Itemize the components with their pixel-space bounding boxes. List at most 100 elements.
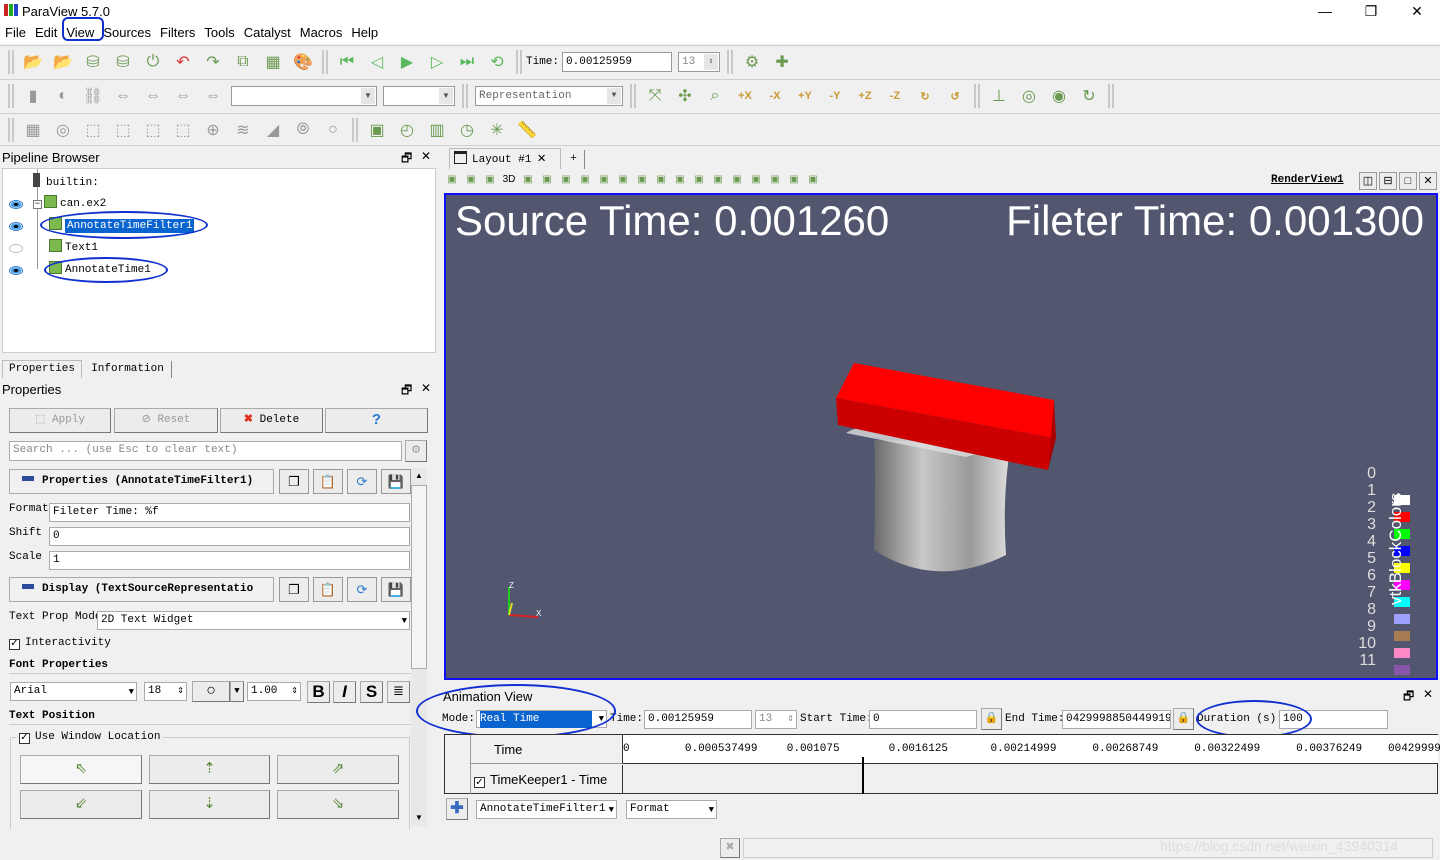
clear-status-icon[interactable]: ✖ — [720, 838, 740, 858]
slice-icon[interactable]: ⬚ — [111, 118, 135, 142]
toolbar-grip[interactable] — [630, 84, 636, 108]
position-upper-left-button[interactable]: ⇖ — [20, 755, 142, 784]
rescale-temporal-icon[interactable]: ⇔ — [171, 84, 195, 108]
plot-selection-icon[interactable]: ◷ — [455, 118, 479, 142]
spin-arrows-icon[interactable]: ⇕ — [291, 683, 298, 700]
animation-source-select[interactable]: AnnotateTimeFilter1 ▼ — [476, 800, 617, 819]
tab-information[interactable]: Information — [84, 361, 172, 378]
capture-screenshot-icon[interactable]: ▣ — [483, 174, 497, 188]
menu-filters[interactable]: Filters — [155, 22, 199, 40]
delete-button[interactable]: ✖ Delete — [220, 408, 323, 433]
rotate-plus-90-icon[interactable]: ↻ — [913, 84, 937, 108]
scroll-up-icon[interactable]: ▲ — [411, 468, 427, 484]
extract-subset-icon[interactable]: ⬚ — [171, 118, 195, 142]
first-frame-icon[interactable]: ⏮ — [335, 50, 359, 74]
time-ruler[interactable]: 0 0.000537499 0.001075 0.0016125 0.00214999 0… — [623, 735, 1440, 764]
format-input[interactable]: Fileter Time: %f — [49, 503, 410, 522]
undock-icon[interactable]: 🗗 — [401, 149, 412, 170]
undo-icon[interactable]: ↶ — [171, 50, 195, 74]
chevron-down-icon[interactable]: ▼ — [230, 681, 244, 702]
zoom-to-box-icon[interactable]: ⌕ — [703, 84, 727, 108]
split-horizontal-icon[interactable]: ◫ — [1359, 172, 1377, 190]
previous-frame-icon[interactable]: ◁ — [365, 50, 389, 74]
glyph-icon[interactable]: ⊕ — [201, 118, 225, 142]
opacity-spinbox[interactable]: 1.00 ⇕ — [247, 682, 301, 701]
spin-arrows-icon[interactable]: ⇕ — [704, 54, 719, 70]
properties-section-header[interactable]: Properties (AnnotateTimeFilter1) — [9, 469, 274, 494]
add-layout-tab-button[interactable]: + — [563, 150, 585, 169]
extract-level-icon[interactable]: ○ — [321, 118, 345, 142]
position-lower-center-button[interactable]: ⇣ — [149, 790, 270, 819]
redo-icon[interactable]: ↷ — [201, 50, 225, 74]
eye-visible-icon[interactable] — [9, 200, 23, 209]
color-legend-icon[interactable]: ▮ — [21, 84, 45, 108]
display-section-header[interactable]: Display (TextSourceRepresentatio — [9, 577, 274, 602]
shrink-selection-icon[interactable]: ▣ — [692, 174, 706, 188]
select-points-icon[interactable]: ▣ — [559, 174, 573, 188]
eye-visible-icon[interactable] — [9, 266, 23, 275]
orientation-axes-icon[interactable]: ⊥ — [987, 84, 1011, 108]
warp-icon[interactable]: ◢ — [261, 118, 285, 142]
plot-over-time-icon[interactable]: ◴ — [395, 118, 419, 142]
toolbar-grip[interactable] — [974, 84, 980, 108]
save-defaults-icon[interactable]: 💾 — [381, 469, 411, 494]
close-view-icon[interactable]: ✕ — [1419, 172, 1437, 190]
paste-icon[interactable]: 📋 — [313, 469, 343, 494]
last-frame-icon[interactable]: ⏭ — [455, 50, 479, 74]
maximize-button[interactable]: ❐ — [1348, 0, 1394, 22]
add-camera-icon[interactable]: ✚ — [770, 50, 794, 74]
anim-time-step-spinbox[interactable]: 13 ⇕ — [755, 710, 797, 729]
clip-icon[interactable]: ⬚ — [81, 118, 105, 142]
connect-icon[interactable]: ⛁ — [81, 50, 105, 74]
query-selection-icon[interactable]: ▣ — [365, 118, 389, 142]
scrollbar-thumb[interactable] — [411, 485, 427, 669]
select-blocks-icon[interactable]: ▣ — [597, 174, 611, 188]
copy-icon[interactable]: ❐ — [279, 577, 309, 602]
justification-icon[interactable]: ≣ — [387, 681, 410, 703]
split-vertical-icon[interactable]: ⊟ — [1379, 172, 1397, 190]
view-minus-y-icon[interactable]: -Y — [823, 84, 847, 108]
timekeeper-track[interactable]: ✓ TimeKeeper1 - Time — [471, 765, 623, 794]
annotate-icon[interactable]: ▣ — [787, 174, 801, 188]
properties-scrollbar[interactable]: ▲ ▼ — [411, 468, 427, 826]
select-frustum-icon[interactable]: ▣ — [578, 174, 592, 188]
maximize-view-icon[interactable]: □ — [1399, 172, 1417, 190]
eye-hidden-icon[interactable] — [9, 244, 23, 253]
view-3d-toggle[interactable]: 3D — [502, 174, 516, 188]
position-lower-left-button[interactable]: ⇙ — [20, 790, 142, 819]
add-track-plus-icon[interactable]: ✚ — [446, 798, 468, 820]
shift-input[interactable]: 0 — [49, 527, 410, 546]
font-size-spinbox[interactable]: 18 ⇕ — [144, 682, 187, 701]
reset-camera-icon[interactable]: ⤧ — [643, 84, 667, 108]
undock-icon[interactable]: 🗗 — [401, 381, 412, 402]
toolbar-grip[interactable] — [516, 50, 522, 74]
properties-search-input[interactable]: Search ... (use Esc to clear text) — [9, 441, 402, 461]
stream-tracer-icon[interactable]: ≋ — [231, 118, 255, 142]
disconnect-icon[interactable]: ⛁ — [111, 50, 135, 74]
component-select[interactable]: ▼ — [383, 86, 455, 106]
menu-catalyst[interactable]: Catalyst — [239, 22, 295, 40]
start-time-input[interactable]: 0 — [869, 710, 977, 729]
eye-visible-icon[interactable] — [9, 222, 23, 231]
probe-icon[interactable]: ✳ — [485, 118, 509, 142]
menu-sources[interactable]: Sources — [98, 22, 155, 40]
animation-property-select[interactable]: Format ▼ — [626, 800, 717, 819]
palette-icon[interactable]: 🎨 — [291, 50, 315, 74]
menu-file[interactable]: File — [0, 22, 30, 40]
toolbar-grip[interactable] — [8, 117, 14, 142]
tree-item-builtin[interactable]: builtin: — [33, 173, 99, 191]
clear-labels-icon[interactable]: ▣ — [749, 174, 763, 188]
link-camera-icon[interactable]: ▣ — [464, 174, 478, 188]
reset-session-icon[interactable]: ⏻ — [141, 50, 165, 74]
track-checkbox-checked-icon[interactable]: ✓ — [474, 777, 485, 788]
link-icon[interactable]: ⛓ — [81, 84, 105, 108]
ruler-icon[interactable]: 📏 — [515, 118, 539, 142]
color-by-select[interactable]: ▼ — [231, 86, 377, 106]
toolbar-grip[interactable] — [462, 84, 468, 108]
close-icon[interactable]: ✕ — [421, 381, 431, 395]
collapse-icon[interactable]: − — [33, 200, 42, 209]
view-minus-x-icon[interactable]: -X — [763, 84, 787, 108]
undock-icon[interactable]: 🗗 — [1403, 687, 1414, 708]
play-icon[interactable]: ▶ — [395, 50, 419, 74]
menu-help[interactable]: Help — [346, 22, 382, 40]
